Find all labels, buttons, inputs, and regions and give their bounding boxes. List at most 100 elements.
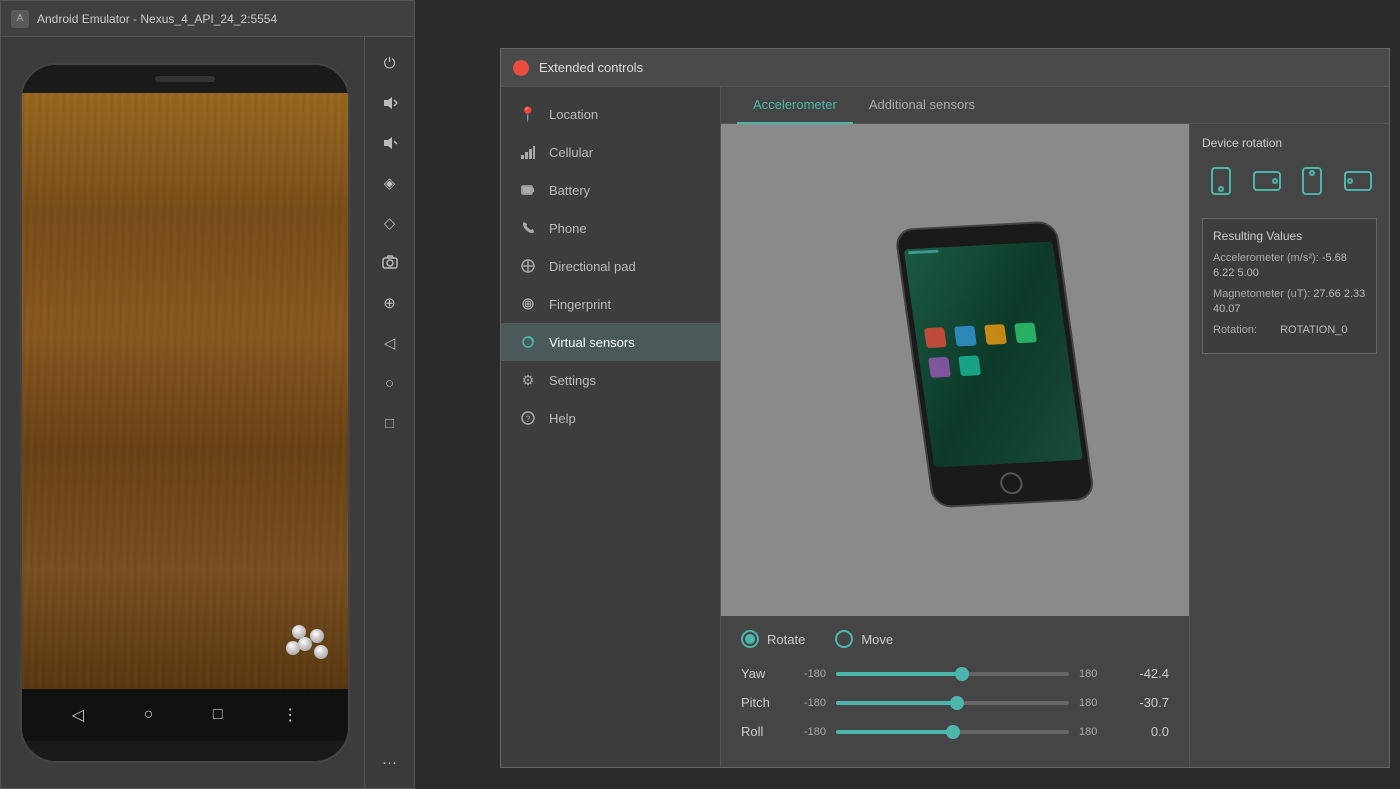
yaw-min: -180	[791, 668, 826, 680]
zoom-toolbar-btn[interactable]: ⊕	[372, 285, 408, 321]
roll-value: 0.0	[1119, 724, 1169, 739]
pitch-slider-row: Pitch -180 180 -30.7	[741, 695, 1169, 710]
battery-icon	[519, 181, 537, 199]
tab-additional-sensors[interactable]: Additional sensors	[853, 87, 991, 124]
nav-item-battery[interactable]: Battery	[501, 171, 720, 209]
roll-label: Roll	[741, 724, 781, 739]
nav-item-help[interactable]: ? Help	[501, 399, 720, 437]
rotate-option[interactable]: Rotate	[741, 630, 805, 648]
back-nav-btn[interactable]: ◁	[72, 705, 84, 725]
yaw-slider-row: Yaw -180 180 -42.4	[741, 666, 1169, 681]
ext-content: Rotate Move Yaw -180	[721, 124, 1389, 767]
phone-speaker	[155, 76, 215, 82]
landscape-left-icon[interactable]	[1248, 162, 1286, 200]
home-nav-btn[interactable]: ○	[144, 706, 154, 724]
volume-down-toolbar-btn[interactable]	[372, 125, 408, 161]
yaw-label: Yaw	[741, 666, 781, 681]
rotate-radio[interactable]	[741, 630, 759, 648]
ext-main: Accelerometer Additional sensors	[721, 87, 1389, 767]
more-toolbar-btn[interactable]: ···	[372, 744, 408, 780]
pitch-value: -30.7	[1119, 695, 1169, 710]
device-rotation-title: Device rotation	[1202, 136, 1377, 150]
phone-screen	[22, 93, 348, 689]
accelerometer-label: Accelerometer (m/s²):	[1213, 252, 1319, 264]
magnetometer-label: Magnetometer (uT):	[1213, 288, 1310, 300]
emulator-content: ◁ ○ □ ⋮	[1, 37, 364, 788]
screenshot-toolbar-btn[interactable]	[372, 245, 408, 281]
roll-slider-thumb[interactable]	[946, 725, 960, 739]
nav-item-directional-pad[interactable]: Directional pad	[501, 247, 720, 285]
pitch-slider-thumb[interactable]	[950, 696, 964, 710]
power-toolbar-btn[interactable]: ⏻	[372, 45, 408, 81]
rotation-row: Rotation: ROTATION_0	[1213, 323, 1366, 338]
pitch-max: 180	[1079, 697, 1109, 709]
pitch-slider-track[interactable]	[836, 701, 1069, 705]
portrait-icon[interactable]	[1202, 162, 1240, 200]
back-toolbar-btn[interactable]: ◁	[372, 325, 408, 361]
home-toolbar-btn[interactable]: ○	[372, 365, 408, 401]
phone-navbar: ◁ ○ □ ⋮	[22, 689, 348, 741]
ball-3	[310, 629, 324, 643]
ball-4	[286, 641, 300, 655]
move-option[interactable]: Move	[835, 630, 893, 648]
rotate-ccw-toolbar-btn[interactable]: ◇	[372, 205, 408, 241]
emulator-titlebar: A Android Emulator - Nexus_4_API_24_2:55…	[1, 1, 414, 37]
volume-up-toolbar-btn[interactable]	[372, 85, 408, 121]
ext-body: 📍 Location Cellular Battery	[501, 87, 1389, 767]
fingerprint-icon	[519, 295, 537, 313]
phone-icon	[519, 219, 537, 237]
pitch-slider-fill	[836, 701, 957, 705]
directional-pad-icon	[519, 257, 537, 275]
phone-visualization	[721, 124, 1189, 616]
controls-area: Rotate Move Yaw -180	[721, 616, 1189, 767]
nav-item-cellular[interactable]: Cellular	[501, 133, 720, 171]
side-toolbar: ⏻ ◈ ◇ ⊕ ◁ ○ □ ···	[364, 37, 414, 788]
ball-1	[314, 645, 328, 659]
recent-nav-btn[interactable]: □	[213, 706, 223, 724]
rotate-cw-toolbar-btn[interactable]: ◈	[372, 165, 408, 201]
roll-min: -180	[791, 726, 826, 738]
yaw-value: -42.4	[1119, 666, 1169, 681]
nav-item-location[interactable]: 📍 Location	[501, 95, 720, 133]
nav-item-phone[interactable]: Phone	[501, 209, 720, 247]
rotate-label: Rotate	[767, 632, 805, 647]
yaw-slider-fill	[836, 672, 962, 676]
landscape-right-icon[interactable]	[1339, 162, 1377, 200]
roll-slider-fill	[836, 730, 953, 734]
close-button[interactable]	[513, 60, 529, 76]
extended-controls-window: Extended controls 📍 Location Cellular	[500, 48, 1390, 768]
phone-device: ◁ ○ □ ⋮	[20, 63, 350, 763]
yaw-slider-track[interactable]	[836, 672, 1069, 676]
help-icon: ?	[519, 409, 537, 427]
right-panel: Device rotation	[1189, 124, 1389, 767]
overview-toolbar-btn[interactable]: □	[372, 405, 408, 441]
move-radio[interactable]	[835, 630, 853, 648]
portrait-reverse-icon[interactable]	[1294, 162, 1332, 200]
tab-accelerometer[interactable]: Accelerometer	[737, 87, 853, 124]
emulator-window: A Android Emulator - Nexus_4_API_24_2:55…	[0, 0, 415, 789]
nav-item-settings[interactable]: ⚙ Settings	[501, 361, 720, 399]
rotate-move-row: Rotate Move	[741, 630, 1169, 648]
pitch-min: -180	[791, 697, 826, 709]
roll-max: 180	[1079, 726, 1109, 738]
virtual-sensors-icon	[519, 333, 537, 351]
nav-item-fingerprint[interactable]: Fingerprint	[501, 285, 720, 323]
menu-nav-btn[interactable]: ⋮	[282, 705, 298, 725]
rotation-value: ROTATION_0	[1280, 324, 1347, 336]
yaw-slider-thumb[interactable]	[955, 667, 969, 681]
ext-tabs: Accelerometer Additional sensors	[721, 87, 1389, 124]
emulator-title: Android Emulator - Nexus_4_API_24_2:5554	[37, 12, 404, 26]
ball-5	[292, 625, 306, 639]
roll-slider-row: Roll -180 180 0.0	[741, 724, 1169, 739]
nav-item-virtual-sensors[interactable]: Virtual sensors	[501, 323, 720, 361]
ext-sidebar: 📍 Location Cellular Battery	[501, 87, 721, 767]
settings-icon: ⚙	[519, 371, 537, 389]
rotation-icons	[1202, 162, 1377, 200]
ext-titlebar: Extended controls	[501, 49, 1389, 87]
ext-title: Extended controls	[539, 60, 643, 75]
svg-text:?: ?	[526, 414, 531, 424]
resulting-values-title: Resulting Values	[1213, 229, 1366, 243]
emulator-body: ◁ ○ □ ⋮ ⏻ ◈ ◇	[1, 37, 414, 788]
roll-slider-track[interactable]	[836, 730, 1069, 734]
emulator-app-icon: A	[11, 10, 29, 28]
